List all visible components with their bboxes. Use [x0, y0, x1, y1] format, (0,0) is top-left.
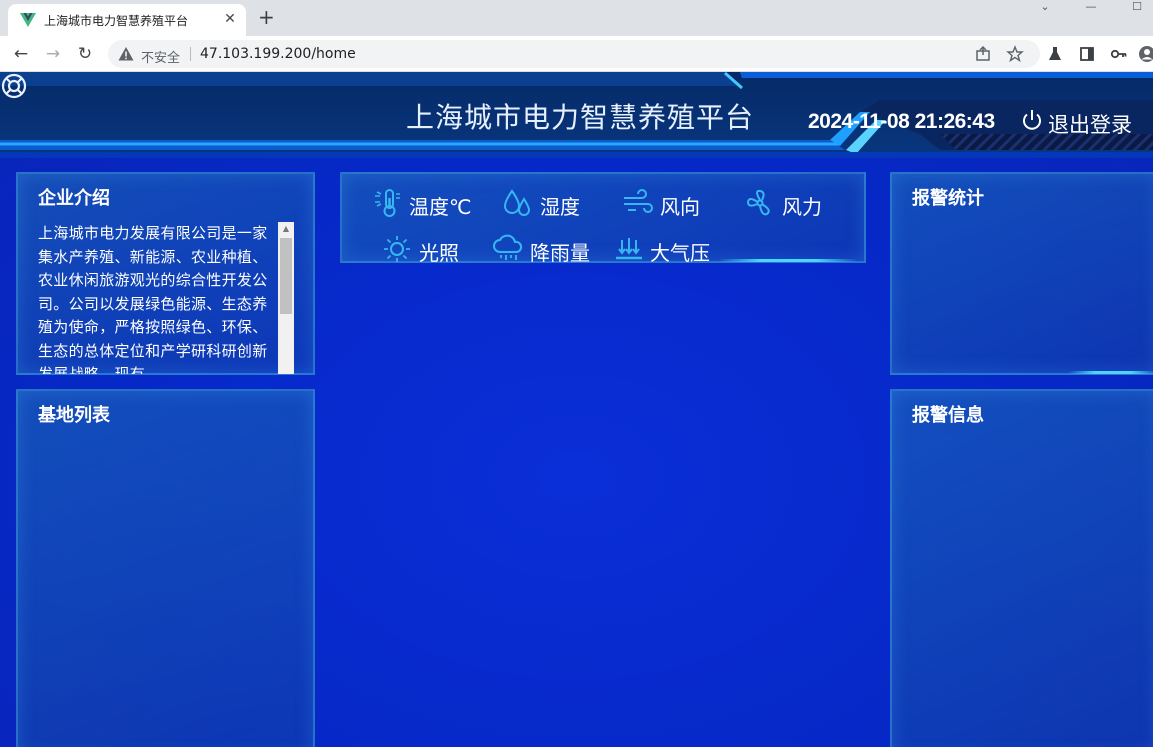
key-icon[interactable]: [1110, 45, 1128, 63]
scroll-thumb[interactable]: [280, 238, 292, 314]
alarm-info-title: 报警信息: [912, 405, 984, 426]
logout-label: 退出登录: [1048, 114, 1132, 137]
tab-title: 上海城市电力智慧养殖平台: [44, 14, 189, 28]
omnibox-divider: [190, 47, 191, 61]
browser-tab-strip: 上海城市电力智慧养殖平台 ✕ + ⌄ — ☐: [0, 0, 1153, 36]
security-label[interactable]: 不安全: [141, 47, 180, 66]
wind-direction-label: 风向: [660, 195, 700, 219]
alarm-stats-accent: [1068, 371, 1153, 374]
tab-search-icon[interactable]: ⌄: [1022, 0, 1068, 16]
wind-icon: [624, 189, 653, 213]
weather-humidity[interactable]: 湿度: [502, 188, 592, 219]
rain-cloud-icon: [493, 234, 523, 260]
intro-scrollbar[interactable]: ▲: [278, 222, 294, 374]
back-button[interactable]: ←: [10, 43, 32, 65]
new-tab-button[interactable]: +: [258, 7, 275, 27]
address-bar[interactable]: 不安全 47.103.199.200/home: [108, 40, 1040, 68]
minimize-button[interactable]: —: [1068, 0, 1114, 16]
company-intro-panel: 企业介绍 上海城市电力发展有限公司是一家集水产养殖、新能源、农业种植、农业休闲旅…: [16, 172, 315, 375]
humidity-label: 湿度: [540, 195, 580, 219]
bookmark-star-icon[interactable]: [1006, 45, 1024, 63]
weather-pressure[interactable]: 大气压: [614, 234, 724, 265]
alarm-info-panel: 报警信息: [890, 389, 1153, 747]
sun-icon: [384, 236, 410, 262]
base-list-title: 基地列表: [38, 405, 110, 426]
warning-icon: [118, 47, 134, 61]
tab-close-icon[interactable]: ✕: [222, 11, 238, 27]
droplets-icon: [503, 189, 531, 216]
power-icon: [1023, 110, 1041, 130]
datetime-display: 2024-11-08 21:26:43: [808, 110, 995, 133]
company-intro-scroll-area[interactable]: 上海城市电力发展有限公司是一家集水产养殖、新能源、农业种植、农业休闲旅游观光的综…: [38, 222, 295, 374]
alarm-stats-title: 报警统计: [912, 188, 984, 209]
rainfall-label: 降雨量: [530, 241, 590, 265]
url-text[interactable]: 47.103.199.200/home: [200, 46, 356, 62]
weather-rainfall[interactable]: 降雨量: [492, 234, 602, 265]
alarm-stats-panel: 报警统计: [890, 172, 1153, 375]
weather-light[interactable]: 光照: [382, 234, 472, 265]
page-title: 上海城市电力智慧养殖平台: [406, 102, 755, 133]
labs-flask-icon[interactable]: [1046, 45, 1064, 63]
lifebuoy-logo-icon: [1, 73, 27, 99]
share-icon[interactable]: [974, 45, 992, 63]
temperature-label: 温度℃: [409, 195, 472, 219]
fan-icon: [746, 189, 770, 216]
reload-button[interactable]: ↻: [74, 43, 96, 65]
weather-panel-accent: [718, 259, 858, 262]
thermometer-icon: [375, 189, 400, 217]
pressure-label: 大气压: [650, 241, 710, 265]
base-list-panel: 基地列表: [16, 389, 315, 747]
weather-panel: 温度℃ 湿度 风向 风力 光照 降雨量 大气压: [340, 172, 866, 265]
vue-logo-icon: [20, 13, 36, 27]
company-intro-title: 企业介绍: [38, 188, 110, 209]
light-label: 光照: [419, 241, 459, 265]
browser-toolbar: ← → ↻ 不安全 47.103.199.200/home: [0, 36, 1153, 72]
weather-wind-direction[interactable]: 风向: [622, 188, 712, 219]
maximize-button[interactable]: ☐: [1114, 0, 1153, 16]
company-intro-text: 上海城市电力发展有限公司是一家集水产养殖、新能源、农业种植、农业休闲旅游观光的综…: [38, 224, 268, 374]
scroll-up-arrow-icon[interactable]: ▲: [278, 222, 294, 236]
weather-wind-force[interactable]: 风力: [744, 188, 834, 219]
forward-button[interactable]: →: [42, 43, 64, 65]
dashboard-header: 上海城市电力智慧养殖平台 2024-11-08 21:26:43 退出登录: [0, 72, 1153, 158]
profile-avatar-icon[interactable]: [1138, 45, 1153, 63]
pressure-icon: [616, 238, 642, 260]
dashboard: 上海城市电力智慧养殖平台 2024-11-08 21:26:43 退出登录 企业…: [0, 72, 1153, 747]
browser-tab[interactable]: 上海城市电力智慧养殖平台 ✕: [8, 4, 246, 36]
side-panel-icon[interactable]: [1078, 45, 1096, 63]
weather-temperature[interactable]: 温度℃: [372, 188, 482, 219]
wind-force-label: 风力: [782, 195, 822, 219]
